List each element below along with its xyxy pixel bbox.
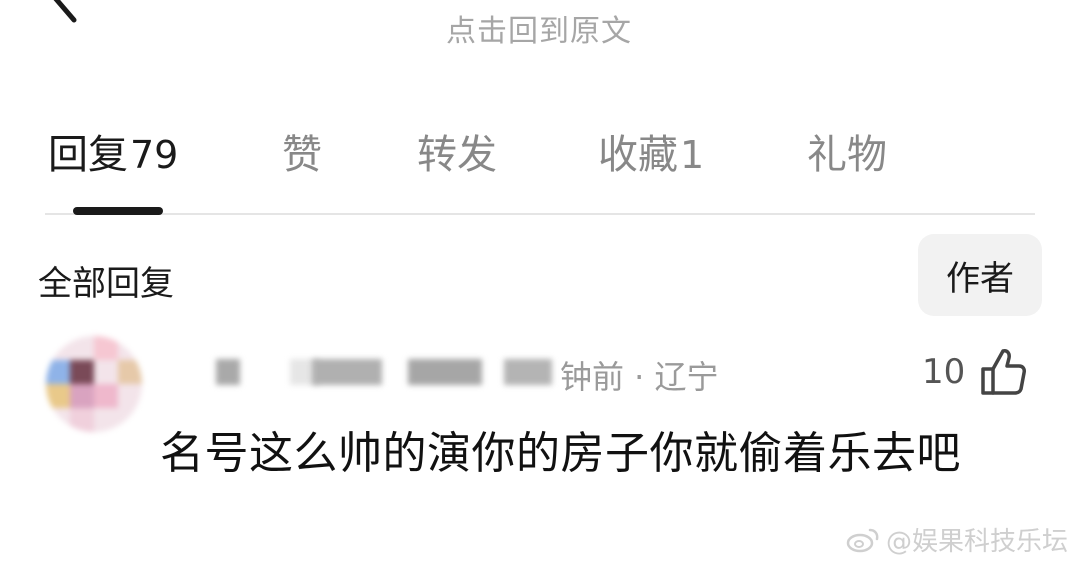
tab-divider — [45, 213, 1035, 215]
tab-favorites[interactable]: 收藏1 — [598, 122, 704, 180]
avatar[interactable] — [46, 336, 142, 432]
tab-gifts[interactable]: 礼物 — [807, 122, 887, 180]
tab-replies[interactable]: 回复79 — [48, 122, 178, 180]
tab-reposts-label: 转发 — [417, 132, 497, 178]
tab-gifts-label: 礼物 — [807, 132, 887, 178]
tab-favorites-count: 1 — [680, 133, 705, 177]
weibo-logo-icon — [846, 528, 879, 552]
back-to-original-link[interactable]: 点击回到原文 — [0, 6, 1078, 50]
tab-bar: 回复79 赞 转发 收藏1 礼物 — [45, 122, 1035, 182]
all-replies-title: 全部回复 — [38, 264, 174, 304]
tab-reposts[interactable]: 转发 — [417, 122, 497, 180]
tab-likes-label: 赞 — [282, 132, 322, 178]
username-redacted[interactable] — [212, 355, 562, 391]
tab-favorites-label: 收藏 — [598, 132, 678, 178]
tab-likes[interactable]: 赞 — [282, 122, 322, 180]
like-button[interactable]: 10 — [922, 346, 1027, 398]
comment-meta: 钟前 · 辽宁 — [560, 358, 719, 396]
active-tab-indicator — [73, 207, 163, 215]
watermark-text: @娱果科技乐坛 — [885, 527, 1068, 557]
thumbs-up-icon — [981, 349, 1027, 395]
author-filter-button[interactable]: 作者 — [918, 234, 1042, 316]
like-count: 10 — [922, 352, 966, 392]
tab-replies-label: 回复 — [48, 132, 128, 178]
watermark: @娱果科技乐坛 — [846, 521, 1068, 558]
comment-text: 名号这么帅的演你的房子你就偷着乐去吧 — [160, 428, 961, 479]
tab-replies-count: 79 — [130, 133, 179, 177]
